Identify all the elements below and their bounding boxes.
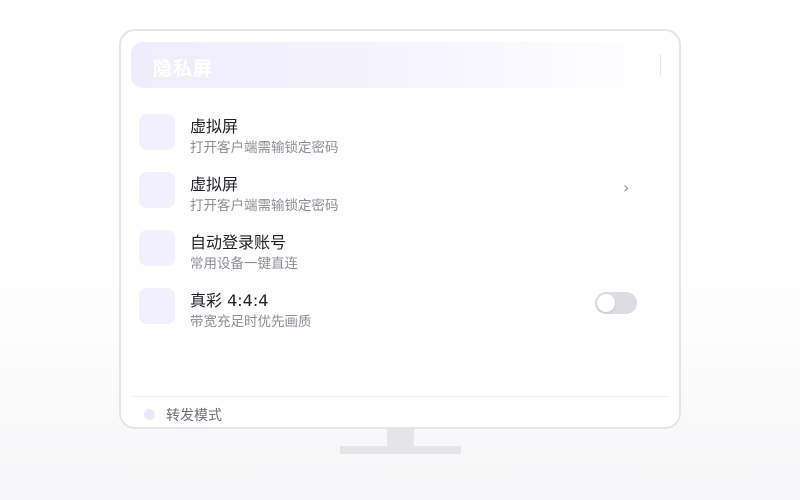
chevron-right-icon[interactable]: › bbox=[623, 178, 629, 197]
app-icon bbox=[139, 114, 175, 150]
setting-row-true-color: 真彩 4:4:4 带宽充足时优先画质 bbox=[139, 286, 639, 334]
row-subtitle: 带宽充足时优先画质 bbox=[190, 314, 312, 330]
status-dot-icon bbox=[144, 409, 155, 420]
monitor-stand-base bbox=[340, 446, 461, 454]
setting-row-virtual-screen-2[interactable]: 虚拟屏 打开客户端需输锁定密码 › bbox=[139, 170, 639, 218]
row-title: 真彩 4:4:4 bbox=[190, 291, 269, 310]
app-icon bbox=[139, 230, 175, 266]
row-title: 自动登录账号 bbox=[190, 233, 287, 252]
row-subtitle: 常用设备一键直连 bbox=[190, 256, 298, 272]
monitor-stand-neck bbox=[387, 429, 414, 446]
footer-label: 转发模式 bbox=[166, 408, 222, 424]
row-subtitle: 打开客户端需输锁定密码 bbox=[190, 140, 339, 156]
setting-row-virtual-screen-1[interactable]: 虚拟屏 打开客户端需输锁定密码 bbox=[139, 112, 639, 160]
toggle-knob bbox=[597, 294, 615, 312]
header-bar: 隐私屏 bbox=[131, 42, 671, 88]
monitor-screen: 隐私屏 虚拟屏 打开客户端需输锁定密码 虚拟屏 打开客户端需输锁定密码 › 自动… bbox=[119, 29, 681, 429]
footer-divider bbox=[133, 396, 669, 397]
header-divider bbox=[660, 54, 661, 76]
row-subtitle: 打开客户端需输锁定密码 bbox=[190, 198, 339, 214]
true-color-toggle[interactable] bbox=[595, 292, 637, 314]
row-title: 虚拟屏 bbox=[190, 117, 239, 136]
page-title: 隐私屏 bbox=[153, 58, 214, 80]
row-title: 虚拟屏 bbox=[190, 175, 239, 194]
setting-row-auto-login[interactable]: 自动登录账号 常用设备一键直连 bbox=[139, 228, 639, 276]
app-icon bbox=[139, 172, 175, 208]
app-icon bbox=[139, 288, 175, 324]
